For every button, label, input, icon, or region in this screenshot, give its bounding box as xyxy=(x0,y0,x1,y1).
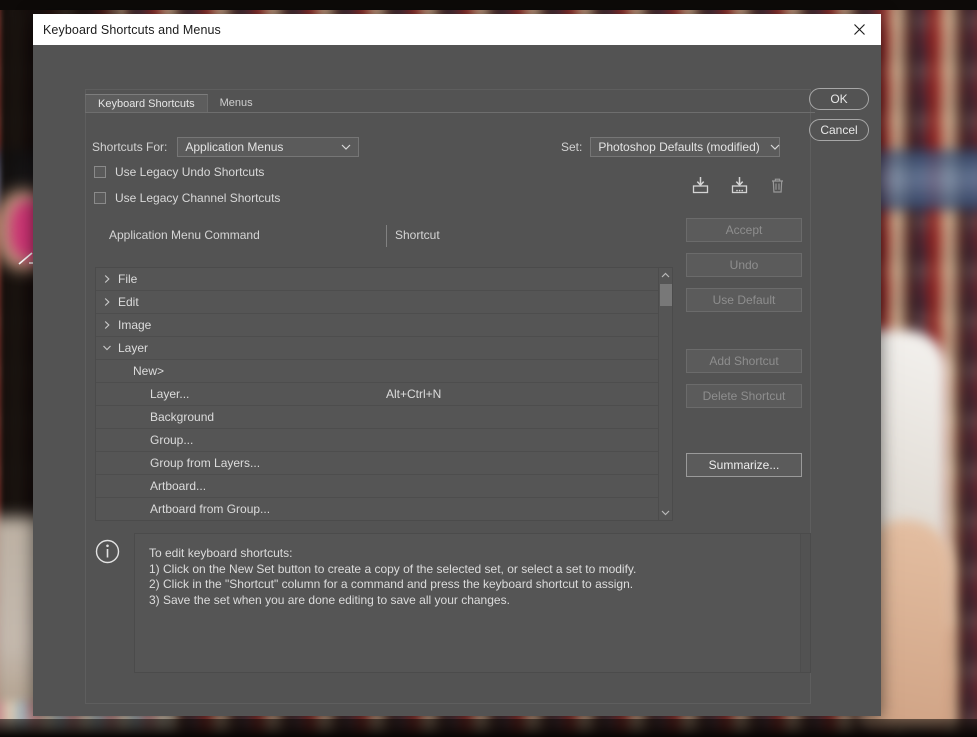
save-set-as-icon[interactable] xyxy=(730,176,749,195)
tree-twisty[interactable] xyxy=(96,343,118,353)
tree-row[interactable]: Layer xyxy=(96,337,658,360)
delete-shortcut-button: Delete Shortcut xyxy=(686,384,802,408)
tree-twisty[interactable] xyxy=(96,320,118,330)
tree-row-label: Group from Layers... xyxy=(118,456,260,470)
tree-row-shortcut[interactable]: Alt+Ctrl+N xyxy=(386,387,441,401)
info-line: 1) Click on the New Set button to create… xyxy=(149,562,796,578)
shortcuts-for-value: Application Menus xyxy=(185,140,331,154)
close-icon xyxy=(853,23,866,36)
delete-set-icon[interactable] xyxy=(769,176,786,195)
tab-keyboard-shortcuts[interactable]: Keyboard Shortcuts xyxy=(85,94,208,112)
chevron-down-icon xyxy=(341,144,351,150)
tab-menus[interactable]: Menus xyxy=(208,94,265,112)
chevron-down-icon xyxy=(770,144,780,150)
chevron-down-icon xyxy=(661,510,670,516)
save-set-icon[interactable] xyxy=(691,176,710,195)
use-default-button: Use Default xyxy=(686,288,802,312)
tree-twisty[interactable] xyxy=(96,297,118,307)
shortcuts-for-label: Shortcuts For: xyxy=(92,140,167,154)
checkbox-box xyxy=(94,192,106,204)
tree-row[interactable]: File xyxy=(96,268,658,291)
tree-row[interactable]: Edit xyxy=(96,291,658,314)
summarize-button[interactable]: Summarize... xyxy=(686,453,802,477)
undo-button: Undo xyxy=(686,253,802,277)
use-legacy-channel-shortcuts-checkbox[interactable]: Use Legacy Channel Shortcuts xyxy=(94,191,280,205)
scroll-up-button[interactable] xyxy=(659,268,672,282)
column-divider xyxy=(386,225,387,247)
dialog-body: Keyboard Shortcuts Menus OK Cancel Short… xyxy=(33,45,881,716)
tree-row-label: File xyxy=(118,272,137,286)
chevron-right-icon xyxy=(102,274,112,284)
tree-row-label: Artboard... xyxy=(118,479,206,493)
list-header: Application Menu Command Shortcut xyxy=(95,225,673,249)
background-bottom-edge xyxy=(0,719,977,737)
info-area: To edit keyboard shortcuts:1) Click on t… xyxy=(95,533,811,673)
info-text-lines: To edit keyboard shortcuts:1) Click on t… xyxy=(149,546,796,608)
chevron-right-icon xyxy=(102,297,112,307)
tree-row[interactable]: Background xyxy=(96,406,658,429)
tree-twisty[interactable] xyxy=(96,274,118,284)
set-row: Set: Photoshop Defaults (modified) xyxy=(561,137,780,157)
dialog-actions: OK Cancel xyxy=(809,88,871,150)
keyboard-shortcuts-dialog: Keyboard Shortcuts and Menus Keyboard Sh… xyxy=(33,14,881,716)
tree-row[interactable]: Layer... Alt+Ctrl+N xyxy=(96,383,658,406)
column-header-shortcut: Shortcut xyxy=(395,228,440,242)
chevron-up-icon xyxy=(661,272,670,278)
scroll-down-button[interactable] xyxy=(659,506,672,520)
info-box-scrollbar[interactable] xyxy=(800,534,810,672)
use-legacy-undo-shortcuts-label: Use Legacy Undo Shortcuts xyxy=(115,165,264,179)
set-toolbar xyxy=(691,176,786,195)
add-shortcut-button: Add Shortcut xyxy=(686,349,802,373)
tabstrip: Keyboard Shortcuts Menus xyxy=(85,95,815,113)
set-select[interactable]: Photoshop Defaults (modified) xyxy=(590,137,780,157)
tree-row-label: Group... xyxy=(118,433,193,447)
info-line: 3) Save the set when you are done editin… xyxy=(149,593,796,609)
scrollbar-thumb[interactable] xyxy=(660,284,672,306)
shortcut-tree-scrollbar[interactable] xyxy=(658,268,672,520)
info-text-box: To edit keyboard shortcuts:1) Click on t… xyxy=(134,533,811,673)
tree-row[interactable]: Group... xyxy=(96,429,658,452)
tree-row[interactable]: Artboard from Group... xyxy=(96,498,658,520)
dialog-title: Keyboard Shortcuts and Menus xyxy=(33,23,221,37)
use-legacy-undo-shortcuts-checkbox[interactable]: Use Legacy Undo Shortcuts xyxy=(94,165,264,179)
tree-row-label: Edit xyxy=(118,295,139,309)
tree-row[interactable]: Group from Layers... xyxy=(96,452,658,475)
info-line: To edit keyboard shortcuts: xyxy=(149,546,796,562)
tree-row[interactable]: New> xyxy=(96,360,658,383)
tree-row-label: Layer... xyxy=(118,387,189,401)
checkbox-box xyxy=(94,166,106,178)
tree-row-label: Artboard from Group... xyxy=(118,502,270,516)
cancel-button[interactable]: Cancel xyxy=(809,119,869,141)
accept-button: Accept xyxy=(686,218,802,242)
shortcuts-for-row: Shortcuts For: Application Menus xyxy=(92,137,359,157)
dialog-titlebar: Keyboard Shortcuts and Menus xyxy=(33,14,881,45)
chevron-right-icon xyxy=(102,320,112,330)
info-icon xyxy=(95,533,120,673)
set-value: Photoshop Defaults (modified) xyxy=(598,140,759,154)
tree-row-label: Background xyxy=(118,410,214,424)
column-header-command: Application Menu Command xyxy=(109,228,260,242)
shortcut-tree: File Edit Image Layer New> Layer... Alt+Ctrl+N… xyxy=(95,267,673,521)
shortcut-action-buttons: Accept Undo Use Default Add Shortcut Delete … xyxy=(686,218,802,488)
shortcut-tree-list: File Edit Image Layer New> Layer... Alt+Ctrl+N… xyxy=(96,268,658,520)
close-button[interactable] xyxy=(837,14,881,45)
shortcuts-for-select[interactable]: Application Menus xyxy=(177,137,359,157)
background-top-edge xyxy=(0,0,977,10)
chevron-down-icon xyxy=(102,343,112,353)
tree-row-label: Image xyxy=(118,318,151,332)
ok-button[interactable]: OK xyxy=(809,88,869,110)
tree-row-label: New> xyxy=(118,364,164,378)
set-label: Set: xyxy=(561,140,582,154)
tree-row[interactable]: Image xyxy=(96,314,658,337)
use-legacy-channel-shortcuts-label: Use Legacy Channel Shortcuts xyxy=(115,191,280,205)
info-line: 2) Click in the "Shortcut" column for a … xyxy=(149,577,796,593)
tree-row[interactable]: Artboard... xyxy=(96,475,658,498)
tree-row-label: Layer xyxy=(118,341,148,355)
